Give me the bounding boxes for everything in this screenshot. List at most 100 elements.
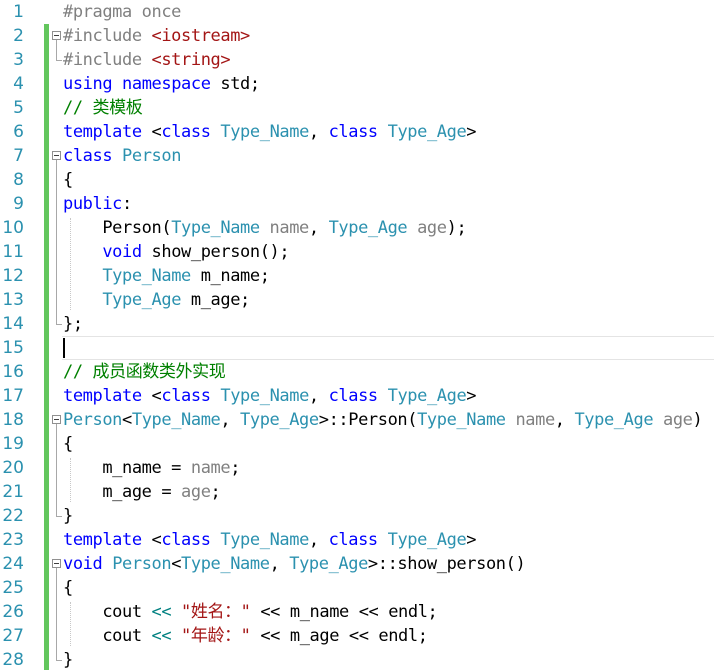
line-number: 2 bbox=[13, 26, 24, 46]
code-line[interactable]: 6 template <class Type_Name, class Type_A… bbox=[0, 120, 714, 144]
code-line[interactable]: 12 Type_Name m_name; bbox=[0, 264, 714, 288]
change-indicator bbox=[44, 408, 49, 432]
code-token: "姓名：" bbox=[181, 602, 251, 622]
code-line[interactable]: 14}; bbox=[0, 312, 714, 336]
fold-region-end bbox=[56, 516, 62, 517]
code-line[interactable]: 28} bbox=[0, 648, 714, 670]
code-line[interactable]: 20 m_name = name; bbox=[0, 456, 714, 480]
line-number: 11 bbox=[2, 242, 24, 262]
code-line[interactable]: 1 #pragma once bbox=[0, 0, 714, 24]
code-token: namespace bbox=[122, 74, 211, 94]
collapse-toggle-icon[interactable] bbox=[52, 559, 61, 568]
indent-guide bbox=[70, 602, 71, 646]
code-token: std; bbox=[210, 74, 260, 94]
code-token: Type_Age bbox=[102, 290, 182, 310]
code-token: << m_age << endl; bbox=[250, 626, 428, 646]
code-token: class bbox=[328, 386, 379, 406]
code-token: , bbox=[554, 410, 575, 430]
text-caret bbox=[63, 338, 65, 358]
collapse-toggle-icon[interactable] bbox=[52, 31, 61, 40]
code-line[interactable]: 19 { bbox=[0, 432, 714, 456]
code-token: template bbox=[63, 530, 142, 550]
code-text: template <class Type_Name, class Type_Ag… bbox=[63, 530, 477, 550]
change-indicator bbox=[44, 24, 49, 48]
fold-region-end bbox=[56, 660, 62, 661]
code-line[interactable]: 18 Person<Type_Name, Type_Age>::Person(Ty… bbox=[0, 408, 714, 432]
fold-region-line bbox=[56, 568, 57, 660]
code-token: template bbox=[63, 122, 142, 142]
code-token: template bbox=[63, 386, 142, 406]
code-token: { bbox=[63, 170, 73, 190]
code-token: #pragma once bbox=[63, 2, 182, 22]
code-token: ; bbox=[210, 482, 221, 502]
code-line[interactable]: 24 void Person<Type_Name, Type_Age>::show… bbox=[0, 552, 714, 576]
code-line[interactable]: 15 bbox=[0, 336, 714, 360]
code-line[interactable]: 11 void show_person(); bbox=[0, 240, 714, 264]
change-indicator bbox=[44, 552, 49, 576]
code-line[interactable]: 10 Person(Type_Name name, Type_Age age); bbox=[0, 216, 714, 240]
line-number: 19 bbox=[2, 434, 24, 454]
code-line[interactable]: 22} bbox=[0, 504, 714, 528]
code-token: cout bbox=[63, 602, 152, 622]
code-line[interactable]: 4 using namespace std; bbox=[0, 72, 714, 96]
code-token: { bbox=[63, 578, 73, 598]
change-indicator bbox=[44, 264, 49, 288]
code-token: } bbox=[63, 506, 73, 526]
line-number: 28 bbox=[2, 650, 24, 670]
code-text: } bbox=[63, 650, 73, 670]
fold-region-end bbox=[56, 60, 62, 61]
line-number: 20 bbox=[2, 458, 24, 478]
code-text: } bbox=[63, 506, 73, 526]
code-line[interactable]: 25 { bbox=[0, 576, 714, 600]
code-token: name bbox=[269, 218, 310, 238]
line-number: 1 bbox=[13, 2, 24, 22]
code-line[interactable]: 2 #include <iostream> bbox=[0, 24, 714, 48]
code-editor[interactable]: 1 #pragma once 2 #include <iostream> 3 #inclu… bbox=[0, 0, 714, 670]
change-indicator bbox=[44, 456, 49, 480]
code-line[interactable]: 3 #include <string> bbox=[0, 48, 714, 72]
code-token: "年龄：" bbox=[181, 626, 251, 646]
code-line[interactable]: 5 // 类模板 bbox=[0, 96, 714, 120]
code-token: : bbox=[122, 194, 132, 214]
code-line[interactable]: 8{ bbox=[0, 168, 714, 192]
code-text: Person(Type_Name name, Type_Age age); bbox=[63, 218, 466, 238]
line-number: 16 bbox=[2, 362, 24, 382]
line-number: 13 bbox=[2, 290, 24, 310]
code-line[interactable]: 13 Type_Age m_age; bbox=[0, 288, 714, 312]
code-token: class bbox=[328, 530, 379, 550]
collapse-toggle-icon[interactable] bbox=[52, 415, 61, 424]
collapse-toggle-icon[interactable] bbox=[52, 151, 61, 160]
code-token: > bbox=[466, 530, 477, 550]
code-line[interactable]: 16 // 成员函数类外实现 bbox=[0, 360, 714, 384]
code-token: using bbox=[63, 74, 113, 94]
code-line[interactable]: 26 cout << "姓名：" << m_name << endl; bbox=[0, 600, 714, 624]
code-token: ); bbox=[446, 218, 467, 238]
code-token: Type_Name bbox=[131, 410, 221, 430]
code-line[interactable]: 9 public: bbox=[0, 192, 714, 216]
line-number: 15 bbox=[2, 338, 24, 358]
line-number: 4 bbox=[13, 74, 24, 94]
code-token: // 类模板 bbox=[63, 98, 143, 118]
code-token: class bbox=[161, 122, 211, 142]
code-line[interactable]: 7 class Person bbox=[0, 144, 714, 168]
code-token: , bbox=[269, 554, 290, 574]
code-token: name bbox=[190, 458, 231, 478]
indent-guide bbox=[70, 458, 71, 502]
code-line[interactable]: 27 cout << "年龄：" << m_age << endl; bbox=[0, 624, 714, 648]
change-indicator bbox=[44, 336, 49, 360]
code-line[interactable]: 21 m_age = age; bbox=[0, 480, 714, 504]
code-text: template <class Type_Name, class Type_Ag… bbox=[63, 122, 477, 142]
change-indicator bbox=[44, 648, 49, 670]
code-token: ; bbox=[230, 458, 241, 478]
code-token: Type_Name bbox=[417, 410, 506, 430]
code-token: class bbox=[161, 530, 211, 550]
code-text: public: bbox=[63, 194, 132, 214]
code-token: class bbox=[63, 146, 113, 166]
code-token: }; bbox=[63, 314, 83, 334]
line-number: 24 bbox=[2, 554, 24, 574]
code-line[interactable]: 17 template <class Type_Name, class Type_… bbox=[0, 384, 714, 408]
code-line[interactable]: 23 template <class Type_Name, class Type_… bbox=[0, 528, 714, 552]
